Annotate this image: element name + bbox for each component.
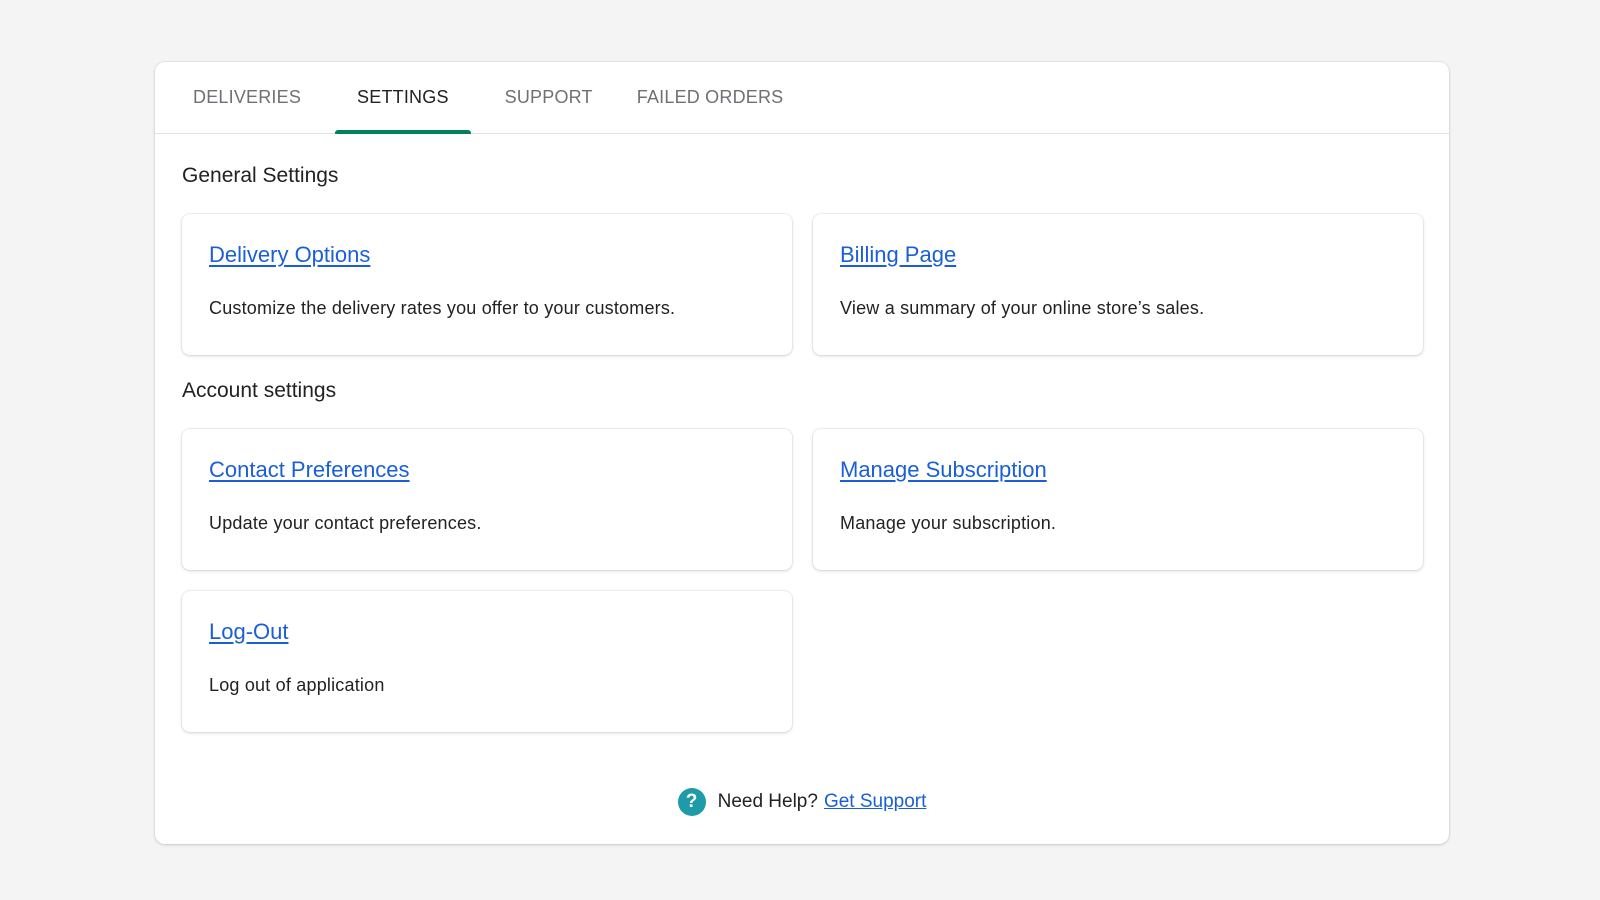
tab-bar: DELIVERIES SETTINGS SUPPORT FAILED ORDER…	[155, 62, 1449, 134]
question-circle-icon: ?	[677, 788, 706, 816]
delivery-options-description: Customize the delivery rates you offer t…	[209, 298, 676, 318]
billing-page-link[interactable]: Billing Page	[840, 242, 956, 268]
tab-support[interactable]: SUPPORT	[483, 62, 615, 133]
tab-deliveries[interactable]: DELIVERIES	[171, 62, 323, 133]
delivery-options-card: Delivery Options Customize the delivery …	[182, 214, 792, 355]
log-out-description: Log out of application	[209, 675, 385, 695]
manage-subscription-card: Manage Subscription Manage your subscrip…	[813, 429, 1423, 570]
account-settings-heading: Account settings	[182, 379, 337, 402]
delivery-options-link[interactable]: Delivery Options	[209, 242, 370, 268]
contact-preferences-link[interactable]: Contact Preferences	[209, 457, 410, 483]
contact-preferences-card: Contact Preferences Update your contact …	[182, 429, 792, 570]
billing-page-description: View a summary of your online store’s sa…	[840, 298, 1205, 318]
general-settings-heading: General Settings	[182, 164, 339, 187]
help-footer: ? Need Help? Get Support	[155, 788, 1449, 816]
settings-panel: DELIVERIES SETTINGS SUPPORT FAILED ORDER…	[155, 62, 1449, 844]
manage-subscription-description: Manage your subscription.	[840, 513, 1057, 533]
general-settings-grid: Delivery Options Customize the delivery …	[182, 214, 1423, 355]
manage-subscription-link[interactable]: Manage Subscription	[840, 457, 1047, 483]
log-out-link[interactable]: Log-Out	[209, 619, 289, 645]
log-out-card: Log-Out Log out of application	[182, 591, 792, 732]
tab-failed-orders[interactable]: FAILED ORDERS	[615, 62, 806, 133]
get-support-link[interactable]: Get Support	[824, 791, 926, 813]
need-help-text: Need Help?	[717, 791, 818, 812]
settings-content: General Settings Delivery Options Custom…	[155, 134, 1449, 732]
account-settings-grid: Contact Preferences Update your contact …	[182, 429, 1423, 732]
billing-page-card: Billing Page View a summary of your onli…	[813, 214, 1423, 355]
contact-preferences-description: Update your contact preferences.	[209, 513, 482, 533]
tab-settings[interactable]: SETTINGS	[335, 62, 471, 134]
